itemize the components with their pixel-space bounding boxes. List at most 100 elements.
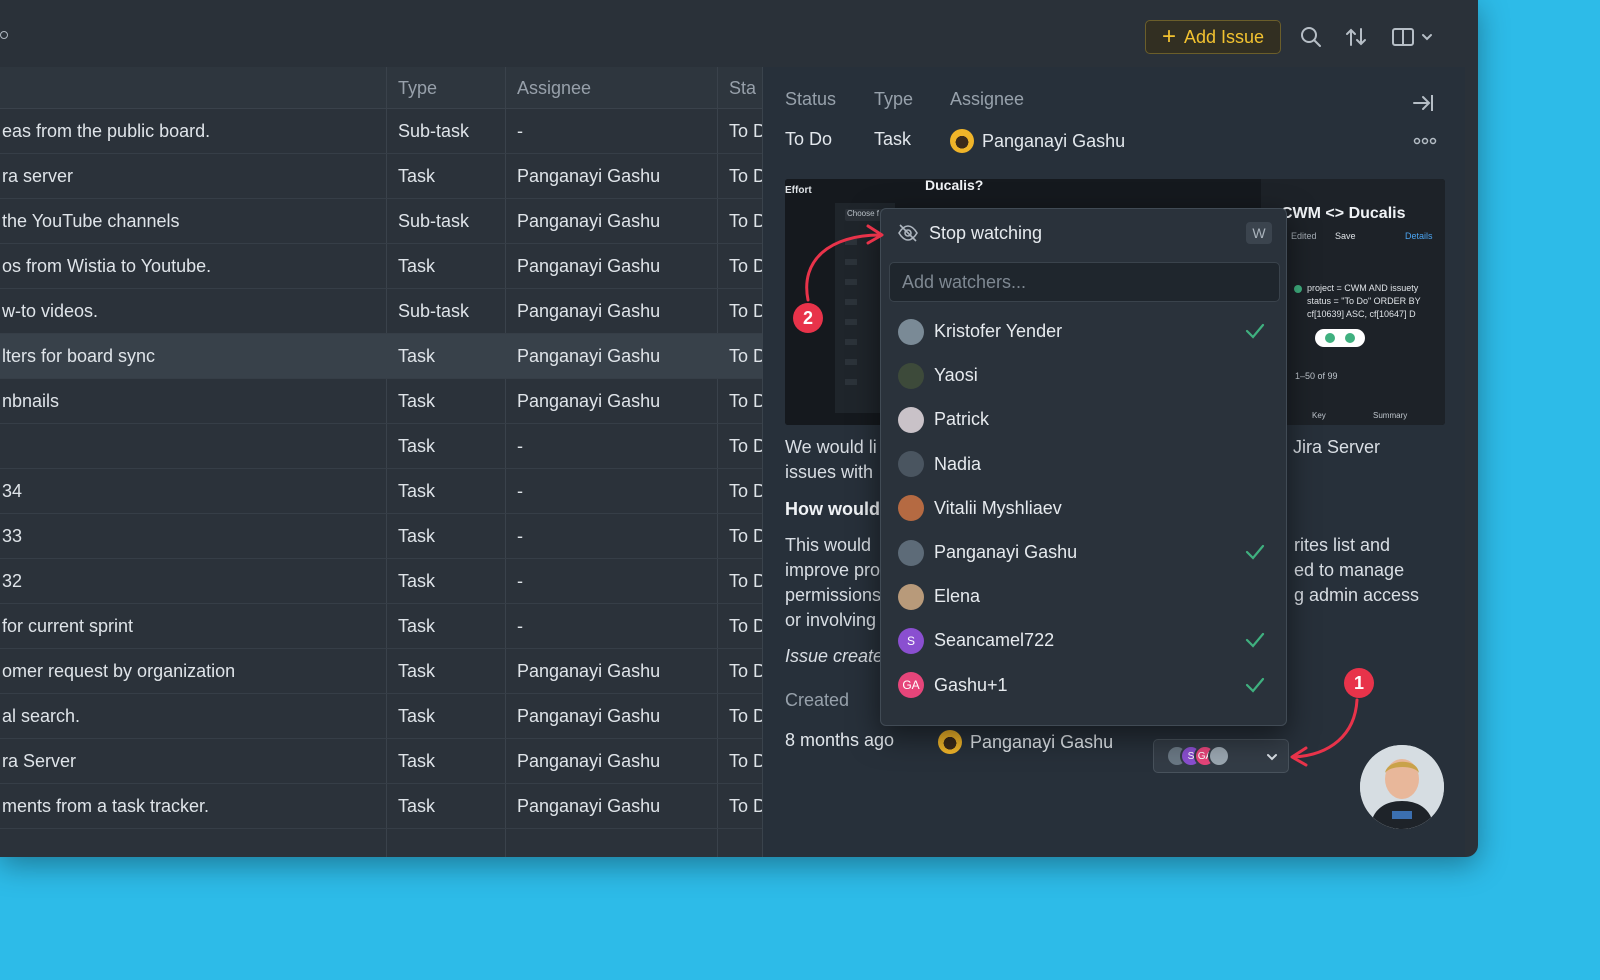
cell-summary: al search. [2, 706, 81, 726]
cell-summary: omer request by organization [2, 661, 236, 681]
image-text: Ducalis? [925, 179, 984, 193]
cell-status: To D [729, 256, 762, 276]
cell-status: To D [729, 121, 762, 141]
table-row[interactable]: 33 Task - To D [0, 514, 762, 559]
image-text: Edited [1291, 231, 1317, 241]
cell-type: Task [398, 166, 436, 186]
table-row[interactable]: ra Server Task Panganayi Gashu To D [0, 739, 762, 784]
creator-name: Panganayi Gashu [970, 731, 1114, 752]
cell-status: To D [729, 526, 762, 546]
description-text: Jira Server [1293, 437, 1381, 457]
cell-assignee: - [517, 481, 523, 501]
status-label: Status [785, 89, 837, 109]
table-row[interactable]: for current sprint Task - To D [0, 604, 762, 649]
image-text: Key [1312, 411, 1326, 420]
description-text: ed to manage [1294, 560, 1405, 580]
header-status[interactable]: Sta [717, 67, 756, 109]
image-text: Choose f [847, 209, 880, 218]
status-value[interactable]: To Do [785, 129, 832, 150]
cell-type: Task [398, 436, 436, 456]
header-assignee[interactable]: Assignee [505, 67, 591, 109]
description-text: g admin access [1294, 585, 1420, 605]
watcher-option[interactable]: Patrick [881, 397, 1286, 442]
more-dot-icon[interactable] [0, 31, 8, 39]
cell-summary: os from Wistia to Youtube. [2, 256, 212, 276]
cell-assignee: Panganayi Gashu [517, 346, 661, 366]
created-value: 8 months ago [785, 730, 895, 750]
cell-summary: ments from a task tracker. [2, 796, 210, 816]
plus-icon: + [1161, 23, 1176, 50]
cell-assignee: - [517, 121, 523, 141]
header-type[interactable]: Type [386, 67, 437, 109]
cell-assignee: Panganayi Gashu [517, 166, 661, 186]
description-text: permissions [785, 585, 882, 605]
type-value[interactable]: Task [874, 129, 911, 150]
image-text: project = CWM AND issuety [1307, 283, 1419, 293]
table-row[interactable]: the YouTube channels Sub-task Panganayi Ga… [0, 199, 762, 244]
more-options-icon[interactable] [1413, 133, 1437, 151]
cell-type: Task [398, 661, 436, 681]
assignee-value[interactable]: Panganayi Gashu [950, 129, 1125, 153]
columns-layout-icon[interactable] [1390, 24, 1438, 50]
watchers-button[interactable]: S GA [1153, 739, 1289, 773]
image-text: 1–50 of 99 [1295, 371, 1338, 381]
header-summary[interactable] [0, 67, 12, 109]
table-row[interactable]: 32 Task - To D [0, 559, 762, 604]
add-issue-button[interactable]: + Add Issue [1145, 20, 1281, 54]
stop-watching-item[interactable]: Stop watching W [881, 209, 1286, 257]
table-row[interactable]: lters for board sync Task Panganayi Gashu T… [0, 334, 762, 379]
cell-status: To D [729, 751, 762, 771]
avatar [898, 362, 924, 389]
watcher-option[interactable]: S Seancamel722 [881, 618, 1286, 663]
table-row[interactable]: omer request by organization Task Panganay… [0, 649, 762, 694]
check-icon [1245, 633, 1265, 649]
cell-status: To D [729, 436, 762, 456]
cell-assignee: Panganayi Gashu [517, 661, 661, 681]
cell-type: Task [398, 346, 436, 366]
watcher-option[interactable]: Yaosi [881, 353, 1286, 398]
cell-assignee: - [517, 526, 523, 546]
watcher-option[interactable]: GA Gashu+1 [881, 663, 1286, 708]
cell-assignee: Panganayi Gashu [517, 796, 661, 816]
creator-value[interactable]: Panganayi Gashu [938, 730, 1113, 754]
table-row[interactable]: 34 Task - To D [0, 469, 762, 514]
table-row[interactable]: nbnails Task Panganayi Gashu To D [0, 379, 762, 424]
image-text: CWM <> Ducalis [1281, 205, 1406, 222]
cell-type: Sub-task [398, 301, 470, 321]
cell-summary: the YouTube channels [2, 211, 180, 231]
check-icon [1245, 544, 1265, 560]
table-row[interactable]: os from Wistia to Youtube. Task Panganayi … [0, 244, 762, 289]
collapse-panel-icon[interactable] [1411, 91, 1435, 120]
watcher-option[interactable]: Panganayi Gashu [881, 530, 1286, 575]
avatar [1208, 745, 1230, 767]
image-text: cf[10639] ASC, cf[10647] D [1307, 309, 1416, 319]
add-watchers-input[interactable] [889, 262, 1280, 302]
search-icon[interactable] [1298, 24, 1324, 50]
cell-assignee: Panganayi Gashu [517, 706, 661, 726]
cell-assignee: Panganayi Gashu [517, 211, 661, 231]
table-row[interactable]: w-to videos. Sub-task Panganayi Gashu To D [0, 289, 762, 334]
table-row[interactable]: al search. Task Panganayi Gashu To D [0, 694, 762, 739]
description-text: improve pro [785, 560, 881, 580]
cell-summary: ra Server [2, 751, 77, 771]
cell-summary: w-to videos. [2, 301, 99, 321]
cell-type: Task [398, 526, 436, 546]
table-row[interactable]: ra server Task Panganayi Gashu To D [0, 154, 762, 199]
assignee-label: Assignee [950, 89, 1025, 109]
top-toolbar: + Add Issue [0, 0, 1478, 68]
cell-summary [0, 424, 385, 469]
cell-type: Sub-task [398, 121, 470, 141]
table-row[interactable]: eas from the public board. Sub-task - To D [0, 109, 762, 154]
chevron-down-icon [1267, 754, 1277, 761]
watcher-option[interactable]: Vitalii Myshliaev [881, 486, 1286, 531]
table-row[interactable]: ments from a task tracker. Task Panganayi … [0, 784, 762, 829]
watcher-option[interactable]: Elena [881, 574, 1286, 619]
sort-arrows-icon[interactable] [1343, 24, 1369, 50]
cell-assignee: Panganayi Gashu [517, 256, 661, 276]
check-icon [1245, 323, 1265, 339]
watcher-option[interactable]: Nadia [881, 442, 1286, 487]
table-row[interactable]: Task - To D [0, 424, 762, 469]
watcher-option[interactable]: Kristofer Yender [881, 309, 1286, 354]
watcher-name: Panganayi Gashu [934, 542, 1078, 562]
avatar [898, 583, 924, 610]
